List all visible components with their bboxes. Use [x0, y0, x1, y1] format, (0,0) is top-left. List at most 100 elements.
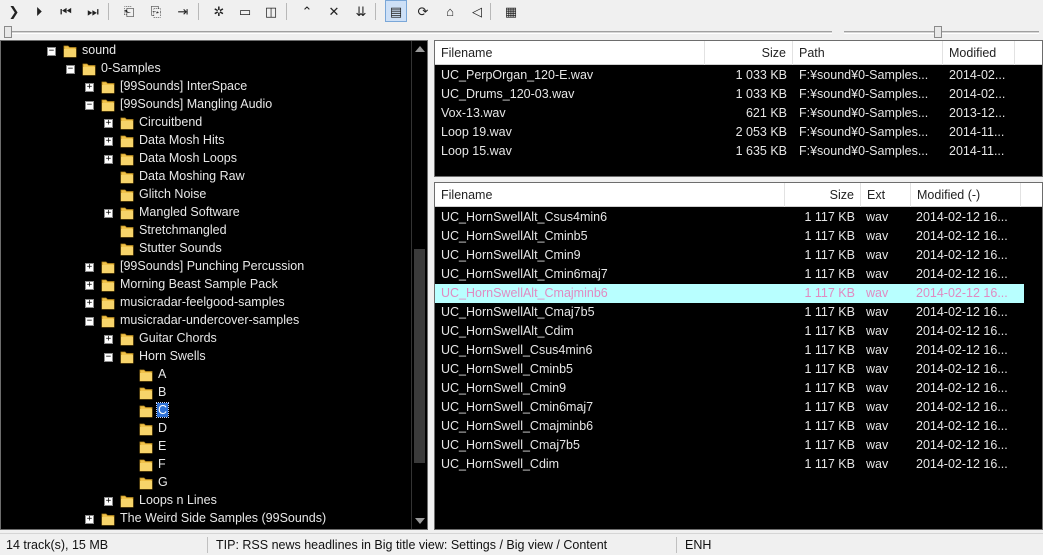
tree-scrollbar-thumb[interactable] — [414, 249, 425, 463]
tree-node[interactable]: + Circuitbend — [1, 114, 411, 132]
expand-icon[interactable]: + — [104, 335, 113, 344]
table-row[interactable]: UC_HornSwellAlt_Cmajminb6 1 117 KB wav 2014… — [435, 284, 1024, 303]
tree-node-label[interactable]: Stretchmangled — [138, 223, 228, 237]
seek-slider[interactable] — [4, 31, 832, 34]
tree-node[interactable]: + Mangled Software — [1, 204, 411, 222]
tree-node-label[interactable]: Horn Swells — [138, 349, 207, 363]
tree-node-label[interactable]: C — [155, 402, 170, 418]
refresh-icon[interactable]: ⟳ — [412, 0, 434, 22]
expand-icon[interactable]: + — [104, 209, 113, 218]
tree-node-label[interactable]: musicradar-undercover-samples — [119, 313, 300, 327]
collapse-icon[interactable]: − — [104, 353, 113, 362]
tree-node[interactable]: + Guitar Chords — [1, 330, 411, 348]
tree-node[interactable]: E — [1, 438, 411, 456]
tree-node[interactable]: + [99Sounds] InterSpace — [1, 78, 411, 96]
table-row[interactable]: UC_HornSwell_Cmaj7b5 1 117 KB wav 2014-02-1… — [435, 436, 1024, 455]
move-up-icon[interactable]: ⌃ — [296, 0, 318, 22]
tree-node[interactable]: + musicradar-feelgood-samples — [1, 294, 411, 312]
tree-node[interactable]: Glitch Noise — [1, 186, 411, 204]
expand-icon[interactable]: + — [85, 83, 94, 92]
tree-node-label[interactable]: Stutter Sounds — [138, 241, 223, 255]
collapse-icon[interactable]: − — [85, 101, 94, 110]
scroll-up-icon[interactable] — [415, 46, 425, 52]
tree-node[interactable]: − sound — [1, 42, 411, 60]
play-pause-icon[interactable]: ⏵ — [28, 0, 50, 22]
tree-node[interactable]: + The Weird Side Samples (99Sounds) — [1, 510, 411, 528]
previous-track-icon[interactable]: ⏮ — [55, 0, 77, 22]
tree-node-label[interactable]: F — [157, 457, 167, 471]
tree-node-label[interactable]: Loops n Lines — [138, 493, 218, 507]
tree-node-label[interactable]: G — [157, 475, 169, 489]
tree-node[interactable]: − Horn Swells — [1, 348, 411, 366]
mini-view-icon[interactable]: ▭ — [234, 0, 256, 22]
tree-node[interactable]: A — [1, 366, 411, 384]
sidebar-toggle-icon[interactable]: ◫ — [260, 0, 282, 22]
collapse-icon[interactable]: − — [47, 47, 56, 56]
table-row[interactable]: UC_HornSwell_Cmin9 1 117 KB wav 2014-02-12 … — [435, 379, 1024, 398]
tree-node[interactable]: C — [1, 402, 411, 420]
column-header-modified[interactable]: Modified (-) — [911, 183, 1021, 207]
column-header-filename[interactable]: Filename — [435, 41, 705, 65]
tree-node[interactable]: Data Moshing Raw — [1, 168, 411, 186]
table-row[interactable]: UC_HornSwellAlt_Cmin9 1 117 KB wav 2014-02-… — [435, 246, 1024, 265]
table-row[interactable]: UC_HornSwell_Cminb5 1 117 KB wav 2014-02-12… — [435, 360, 1024, 379]
tree-node-label[interactable]: Morning Beast Sample Pack — [119, 277, 279, 291]
tree-node[interactable]: G — [1, 474, 411, 492]
tree-node[interactable]: D — [1, 420, 411, 438]
table-row[interactable]: UC_HornSwellAlt_Cdim 1 117 KB wav 2014-02-1… — [435, 322, 1024, 341]
table-row[interactable]: UC_HornSwellAlt_Cminb5 1 117 KB wav 2014-02… — [435, 227, 1024, 246]
tree-node[interactable]: + Data Mosh Hits — [1, 132, 411, 150]
volume-slider-thumb[interactable] — [934, 26, 942, 38]
column-header-size[interactable]: Size — [705, 41, 793, 65]
tree-node-label[interactable]: Data Mosh Loops — [138, 151, 238, 165]
tree-node-label[interactable]: 0-Samples — [100, 61, 162, 75]
tree-node[interactable]: + Morning Beast Sample Pack — [1, 276, 411, 294]
expand-icon[interactable]: + — [85, 299, 94, 308]
table-row[interactable]: UC_Drums_120-03.wav 1 033 KB F:¥sound¥0-Sa… — [435, 85, 1024, 104]
tree-node-label[interactable]: Data Mosh Hits — [138, 133, 225, 147]
tree-node-label[interactable]: musicradar-feelgood-samples — [119, 295, 286, 309]
tree-node-label[interactable]: The Weird Side Samples (99Sounds) — [119, 511, 327, 525]
tree-node-label[interactable]: B — [157, 385, 167, 399]
tree-node[interactable]: F — [1, 456, 411, 474]
scroll-down-icon[interactable] — [415, 518, 425, 524]
play-icon[interactable]: ❯ — [3, 0, 25, 22]
tree-scrollbar[interactable] — [411, 41, 427, 529]
tree-node-label[interactable]: sound — [81, 43, 117, 57]
expand-icon[interactable]: + — [104, 155, 113, 164]
column-header-filename[interactable]: Filename — [435, 183, 785, 207]
folder-forward-icon[interactable]: ⎘ — [145, 0, 167, 22]
tree-node-label[interactable]: Circuitbend — [138, 115, 203, 129]
tree-node-label[interactable]: [99Sounds] InterSpace — [119, 79, 248, 93]
folder-tree[interactable]: − sound −0-Samples + [99Sounds] InterSpace −[… — [0, 40, 428, 530]
home-icon[interactable]: ⌂ — [439, 0, 461, 22]
tree-node-label[interactable]: Glitch Noise — [138, 187, 207, 201]
table-row[interactable]: Loop 15.wav 1 635 KB F:¥sound¥0-Samples...… — [435, 142, 1024, 161]
folder-back-icon[interactable]: ⎗ — [118, 0, 140, 22]
tree-node-label[interactable]: E — [157, 439, 167, 453]
tree-node[interactable]: − musicradar-undercover-samples — [1, 312, 411, 330]
tree-node[interactable]: Stretchmangled — [1, 222, 411, 240]
column-header-modified[interactable]: Modified — [943, 41, 1015, 65]
expand-icon[interactable]: + — [104, 137, 113, 146]
sort-down-icon[interactable]: ⇊ — [350, 0, 372, 22]
tree-node[interactable]: Stutter Sounds — [1, 240, 411, 258]
table-row[interactable]: UC_PerpOrgan_120-E.wav 1 033 KB F:¥sound¥0… — [435, 66, 1024, 85]
table-row[interactable]: Loop 19.wav 2 053 KB F:¥sound¥0-Samples...… — [435, 123, 1024, 142]
volume-icon[interactable]: ◁ — [466, 0, 488, 22]
seek-slider-thumb[interactable] — [4, 26, 12, 38]
tree-node[interactable]: + [99Sounds] Punching Percussion — [1, 258, 411, 276]
tree-node-label[interactable]: [99Sounds] Punching Percussion — [119, 259, 305, 273]
expand-icon[interactable]: + — [85, 281, 94, 290]
tree-node-label[interactable]: Guitar Chords — [138, 331, 218, 345]
expand-icon[interactable]: + — [85, 263, 94, 272]
expand-icon[interactable]: + — [104, 497, 113, 506]
next-track-icon[interactable]: ⏭ — [82, 0, 104, 22]
tree-node[interactable]: − 0-Samples — [1, 60, 411, 78]
table-row[interactable]: UC_HornSwell_Csus4min6 1 117 KB wav 2014-02… — [435, 341, 1024, 360]
jump-to-icon[interactable]: ⇥ — [172, 0, 194, 22]
tree-node[interactable]: − [99Sounds] Mangling Audio — [1, 96, 411, 114]
tree-node[interactable]: B — [1, 384, 411, 402]
table-row[interactable]: Vox-13.wav 621 KB F:¥sound¥0-Samples... 201… — [435, 104, 1024, 123]
column-header-size[interactable]: Size — [785, 183, 861, 207]
